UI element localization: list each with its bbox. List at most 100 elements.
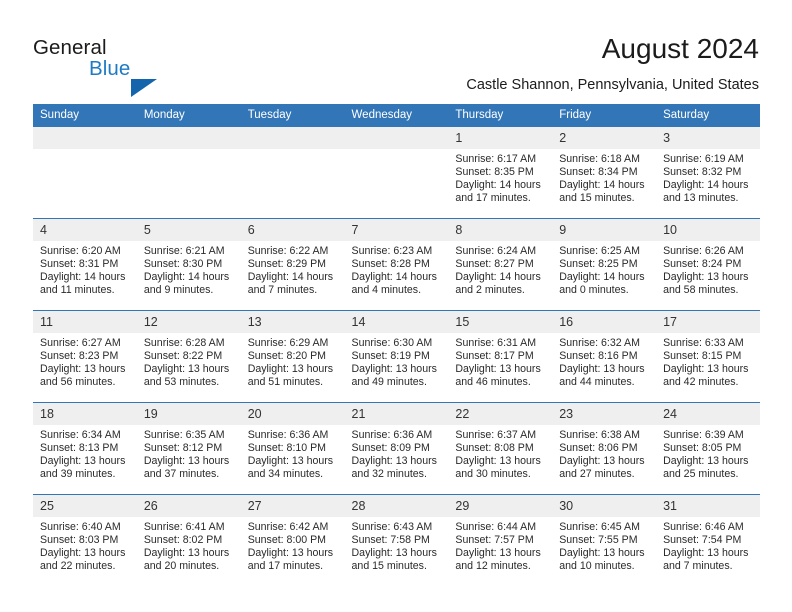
calendar-body: 1 Sunrise: 6:17 AM Sunset: 8:35 PM Daylight…	[33, 127, 760, 586]
daylight-text-line1: Daylight: 13 hours	[559, 454, 645, 467]
calendar-day-cell[interactable]: 26 Sunrise: 6:41 AM Sunset: 8:02 PM Dayligh…	[136, 494, 241, 586]
calendar-day-cell[interactable]: 2 Sunrise: 6:18 AM Sunset: 8:34 PM Daylight…	[552, 127, 657, 219]
daylight-text-line2: and 49 minutes.	[351, 375, 427, 388]
day-details: Sunrise: 6:44 AM Sunset: 7:57 PM Daylight:…	[448, 517, 552, 586]
daylight-text-line2: and 7 minutes.	[247, 283, 318, 296]
calendar-day-cell[interactable]: 16 Sunrise: 6:32 AM Sunset: 8:16 PM Dayligh…	[552, 310, 657, 403]
day-number: 30	[552, 495, 657, 517]
day-number: 29	[448, 495, 553, 517]
day-number: 7	[344, 219, 449, 241]
calendar-day-cell[interactable]: 30 Sunrise: 6:45 AM Sunset: 7:55 PM Dayligh…	[552, 494, 657, 586]
calendar-header-row: Sunday Monday Tuesday Wednesday Thursday…	[33, 104, 760, 127]
sunrise-text: Sunrise: 6:27 AM	[40, 337, 121, 349]
daylight-text-line1: Daylight: 13 hours	[351, 454, 437, 467]
calendar-day-cell[interactable]: 31 Sunrise: 6:46 AM Sunset: 7:54 PM Dayligh…	[656, 494, 760, 586]
calendar-week-row: 11 Sunrise: 6:27 AM Sunset: 8:23 PM Dayligh…	[33, 310, 760, 403]
calendar-day-cell[interactable]: 24 Sunrise: 6:39 AM Sunset: 8:05 PM Dayligh…	[656, 402, 760, 495]
calendar-day-cell[interactable]: 19 Sunrise: 6:35 AM Sunset: 8:12 PM Dayligh…	[136, 402, 241, 495]
sunset-text: Sunset: 8:30 PM	[143, 257, 223, 270]
logo-triangle-icon	[131, 79, 157, 97]
sunrise-text: Sunrise: 6:25 AM	[559, 245, 640, 257]
day-number: 31	[656, 495, 760, 517]
day-number: 23	[552, 403, 657, 425]
calendar-day-cell[interactable]: 3 Sunrise: 6:19 AM Sunset: 8:32 PM Daylight…	[656, 127, 760, 219]
sunset-text: Sunset: 8:15 PM	[663, 349, 742, 362]
daylight-text-line2: and 4 minutes.	[351, 283, 422, 296]
day-number	[136, 127, 241, 149]
daylight-text-line2: and 20 minutes.	[143, 559, 220, 572]
calendar-day-cell[interactable]: 10 Sunrise: 6:26 AM Sunset: 8:24 PM Dayligh…	[656, 218, 760, 311]
calendar-day-cell[interactable]: 28 Sunrise: 6:43 AM Sunset: 7:58 PM Dayligh…	[344, 494, 449, 586]
calendar-day-cell[interactable]: 27 Sunrise: 6:42 AM Sunset: 8:00 PM Dayligh…	[240, 494, 345, 586]
daylight-text-line1: Daylight: 14 hours	[143, 270, 230, 283]
calendar-day-cell[interactable]: 20 Sunrise: 6:36 AM Sunset: 8:10 PM Dayligh…	[240, 402, 345, 495]
daylight-text-line1: Daylight: 14 hours	[351, 270, 437, 283]
day-details	[241, 149, 345, 218]
calendar-day-cell[interactable]: 22 Sunrise: 6:37 AM Sunset: 8:08 PM Dayligh…	[448, 402, 553, 495]
day-details: Sunrise: 6:40 AM Sunset: 8:03 PM Daylight:…	[33, 517, 137, 586]
sunrise-text: Sunrise: 6:22 AM	[247, 245, 329, 257]
day-details: Sunrise: 6:17 AM Sunset: 8:35 PM Daylight:…	[448, 149, 552, 218]
sunrise-text: Sunrise: 6:36 AM	[351, 429, 433, 441]
calendar-day-cell[interactable]: 7 Sunrise: 6:23 AM Sunset: 8:28 PM Daylight…	[344, 218, 449, 311]
calendar-day-cell[interactable]: 14 Sunrise: 6:30 AM Sunset: 8:19 PM Dayligh…	[344, 310, 449, 403]
calendar-day-cell[interactable]: 17 Sunrise: 6:33 AM Sunset: 8:15 PM Dayligh…	[656, 310, 760, 403]
calendar-day-cell[interactable]: 5 Sunrise: 6:21 AM Sunset: 8:30 PM Daylight…	[136, 218, 241, 311]
page-subtitle: Castle Shannon, Pennsylvania, United Sta…	[466, 77, 759, 93]
daylight-text-line2: and 51 minutes.	[247, 375, 324, 388]
day-details	[345, 149, 449, 218]
daylight-text-line1: Daylight: 13 hours	[143, 546, 230, 559]
calendar-day-cell[interactable]: 13 Sunrise: 6:29 AM Sunset: 8:20 PM Dayligh…	[240, 310, 345, 403]
calendar-day-cell[interactable]: 18 Sunrise: 6:34 AM Sunset: 8:13 PM Dayligh…	[33, 402, 137, 495]
daylight-text-line1: Daylight: 14 hours	[559, 270, 645, 283]
day-number: 26	[136, 495, 241, 517]
calendar-day-cell[interactable]: 9 Sunrise: 6:25 AM Sunset: 8:25 PM Daylight…	[552, 218, 657, 311]
day-details: Sunrise: 6:32 AM Sunset: 8:16 PM Daylight:…	[552, 333, 656, 402]
day-details: Sunrise: 6:26 AM Sunset: 8:24 PM Daylight:…	[656, 241, 760, 310]
sunset-text: Sunset: 7:58 PM	[351, 533, 430, 546]
calendar-day-cell[interactable]: 12 Sunrise: 6:28 AM Sunset: 8:22 PM Dayligh…	[136, 310, 241, 403]
sunset-text: Sunset: 8:24 PM	[663, 257, 742, 270]
calendar-day-cell[interactable]: 23 Sunrise: 6:38 AM Sunset: 8:06 PM Dayligh…	[552, 402, 657, 495]
calendar-day-cell[interactable]: 8 Sunrise: 6:24 AM Sunset: 8:27 PM Daylight…	[448, 218, 553, 311]
sunset-text: Sunset: 8:12 PM	[143, 441, 223, 454]
daylight-text-line1: Daylight: 13 hours	[455, 454, 541, 467]
calendar-day-cell[interactable]: 21 Sunrise: 6:36 AM Sunset: 8:09 PM Dayligh…	[344, 402, 449, 495]
day-number: 2	[552, 127, 657, 149]
calendar-day-cell[interactable]: 1 Sunrise: 6:17 AM Sunset: 8:35 PM Daylight…	[448, 127, 553, 219]
day-details: Sunrise: 6:19 AM Sunset: 8:32 PM Daylight:…	[656, 149, 760, 218]
daylight-text-line2: and 17 minutes.	[247, 559, 324, 572]
calendar-day-cell[interactable]: 6 Sunrise: 6:22 AM Sunset: 8:29 PM Daylight…	[240, 218, 345, 311]
weekday-header-wednesday: Wednesday	[344, 104, 449, 127]
daylight-text-line1: Daylight: 13 hours	[247, 362, 334, 375]
calendar-day-cell[interactable]: 29 Sunrise: 6:44 AM Sunset: 7:57 PM Dayligh…	[448, 494, 553, 586]
sunset-text: Sunset: 8:27 PM	[455, 257, 534, 270]
day-number: 9	[552, 219, 657, 241]
day-number: 22	[448, 403, 553, 425]
day-number: 20	[240, 403, 345, 425]
daylight-text-line1: Daylight: 13 hours	[40, 362, 126, 375]
sunset-text: Sunset: 8:13 PM	[40, 441, 119, 454]
daylight-text-line1: Daylight: 14 hours	[455, 178, 541, 191]
day-details: Sunrise: 6:38 AM Sunset: 8:06 PM Daylight:…	[552, 425, 656, 494]
calendar-day-cell-empty	[240, 127, 345, 219]
day-number: 10	[656, 219, 760, 241]
daylight-text-line2: and 34 minutes.	[247, 467, 324, 480]
calendar-day-cell[interactable]: 15 Sunrise: 6:31 AM Sunset: 8:17 PM Dayligh…	[448, 310, 553, 403]
daylight-text-line1: Daylight: 13 hours	[247, 454, 334, 467]
calendar-day-cell[interactable]: 25 Sunrise: 6:40 AM Sunset: 8:03 PM Dayligh…	[33, 494, 137, 586]
sunrise-text: Sunrise: 6:31 AM	[455, 337, 537, 349]
sunrise-text: Sunrise: 6:33 AM	[663, 337, 744, 349]
calendar-day-cell[interactable]: 11 Sunrise: 6:27 AM Sunset: 8:23 PM Dayligh…	[33, 310, 137, 403]
day-details: Sunrise: 6:36 AM Sunset: 8:09 PM Daylight:…	[345, 425, 449, 494]
daylight-text-line1: Daylight: 13 hours	[40, 546, 126, 559]
sunrise-text: Sunrise: 6:36 AM	[247, 429, 329, 441]
day-number: 3	[656, 127, 760, 149]
sunrise-text: Sunrise: 6:23 AM	[351, 245, 433, 257]
day-details: Sunrise: 6:45 AM Sunset: 7:55 PM Daylight:…	[552, 517, 656, 586]
day-details: Sunrise: 6:46 AM Sunset: 7:54 PM Daylight:…	[656, 517, 760, 586]
calendar-day-cell[interactable]: 4 Sunrise: 6:20 AM Sunset: 8:31 PM Daylight…	[33, 218, 137, 311]
sunset-text: Sunset: 8:22 PM	[143, 349, 223, 362]
day-number: 17	[656, 311, 760, 333]
sunset-text: Sunset: 8:35 PM	[455, 165, 534, 178]
